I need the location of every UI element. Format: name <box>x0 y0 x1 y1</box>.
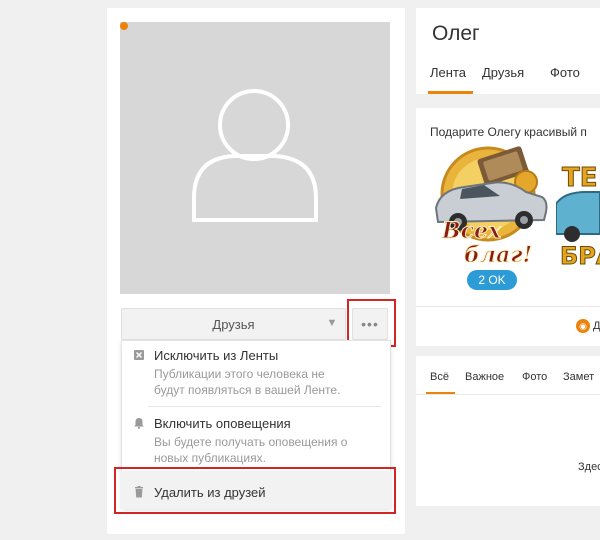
tab-feed[interactable]: Лента <box>430 65 466 80</box>
feed-empty-text: Здес <box>578 461 600 473</box>
feed-divider <box>416 394 600 395</box>
gift-price-badge[interactable]: 2 OK <box>467 270 517 290</box>
user-placeholder-icon <box>192 89 318 222</box>
friends-button[interactable]: Друзья <box>121 308 346 340</box>
friends-button-label: Друзья <box>212 316 255 332</box>
remove-friend-highlight <box>114 467 396 514</box>
gift-partial-text2: БРА <box>560 242 600 270</box>
ok-icon: ◉ <box>576 319 590 333</box>
menu-item-enable-notifications-desc-line1: Вы будете получать оповещения о <box>154 435 348 449</box>
menu-item-enable-notifications[interactable]: Включить оповещения <box>154 416 291 431</box>
gift-partial-label[interactable]: Д <box>593 320 600 332</box>
active-tab-indicator <box>428 91 473 94</box>
online-status-dot <box>120 22 128 30</box>
feed-tab-photos[interactable]: Фото <box>522 371 547 383</box>
menu-divider <box>148 406 381 407</box>
gift-title-line2: благ! <box>464 242 532 268</box>
profile-name: Олег <box>432 22 480 45</box>
tab-friends[interactable]: Друзья <box>482 65 524 80</box>
feed-tab-all[interactable]: Всё <box>430 371 449 383</box>
chevron-down-icon[interactable]: ▼ <box>325 316 339 330</box>
gift-partial-text1: ТЕ <box>562 163 598 193</box>
bell-icon <box>133 417 145 429</box>
gift-divider <box>416 306 600 307</box>
menu-item-exclude-feed[interactable]: Исключить из Ленты <box>154 348 278 363</box>
feed-tab-notes[interactable]: Замет <box>563 371 594 383</box>
hide-from-feed-icon <box>133 349 145 361</box>
tab-photos[interactable]: Фото <box>550 65 580 80</box>
profile-header-card <box>416 8 600 94</box>
gift-title-line1: Всех <box>441 218 502 244</box>
menu-item-enable-notifications-desc-line2: новых публикациях. <box>154 451 266 465</box>
menu-item-exclude-feed-desc-line2: будут появляться в вашей Ленте. <box>154 383 341 397</box>
gift-all-the-best[interactable]: Всех благ! <box>430 142 554 270</box>
gift-prompt-text: Подарите Олегу красивый п <box>430 125 587 139</box>
feed-tab-important[interactable]: Важное <box>465 371 504 383</box>
gift-partial[interactable]: ТЕ БРА <box>556 142 600 270</box>
menu-item-exclude-feed-desc-line1: Публикации этого человека не <box>154 367 325 381</box>
